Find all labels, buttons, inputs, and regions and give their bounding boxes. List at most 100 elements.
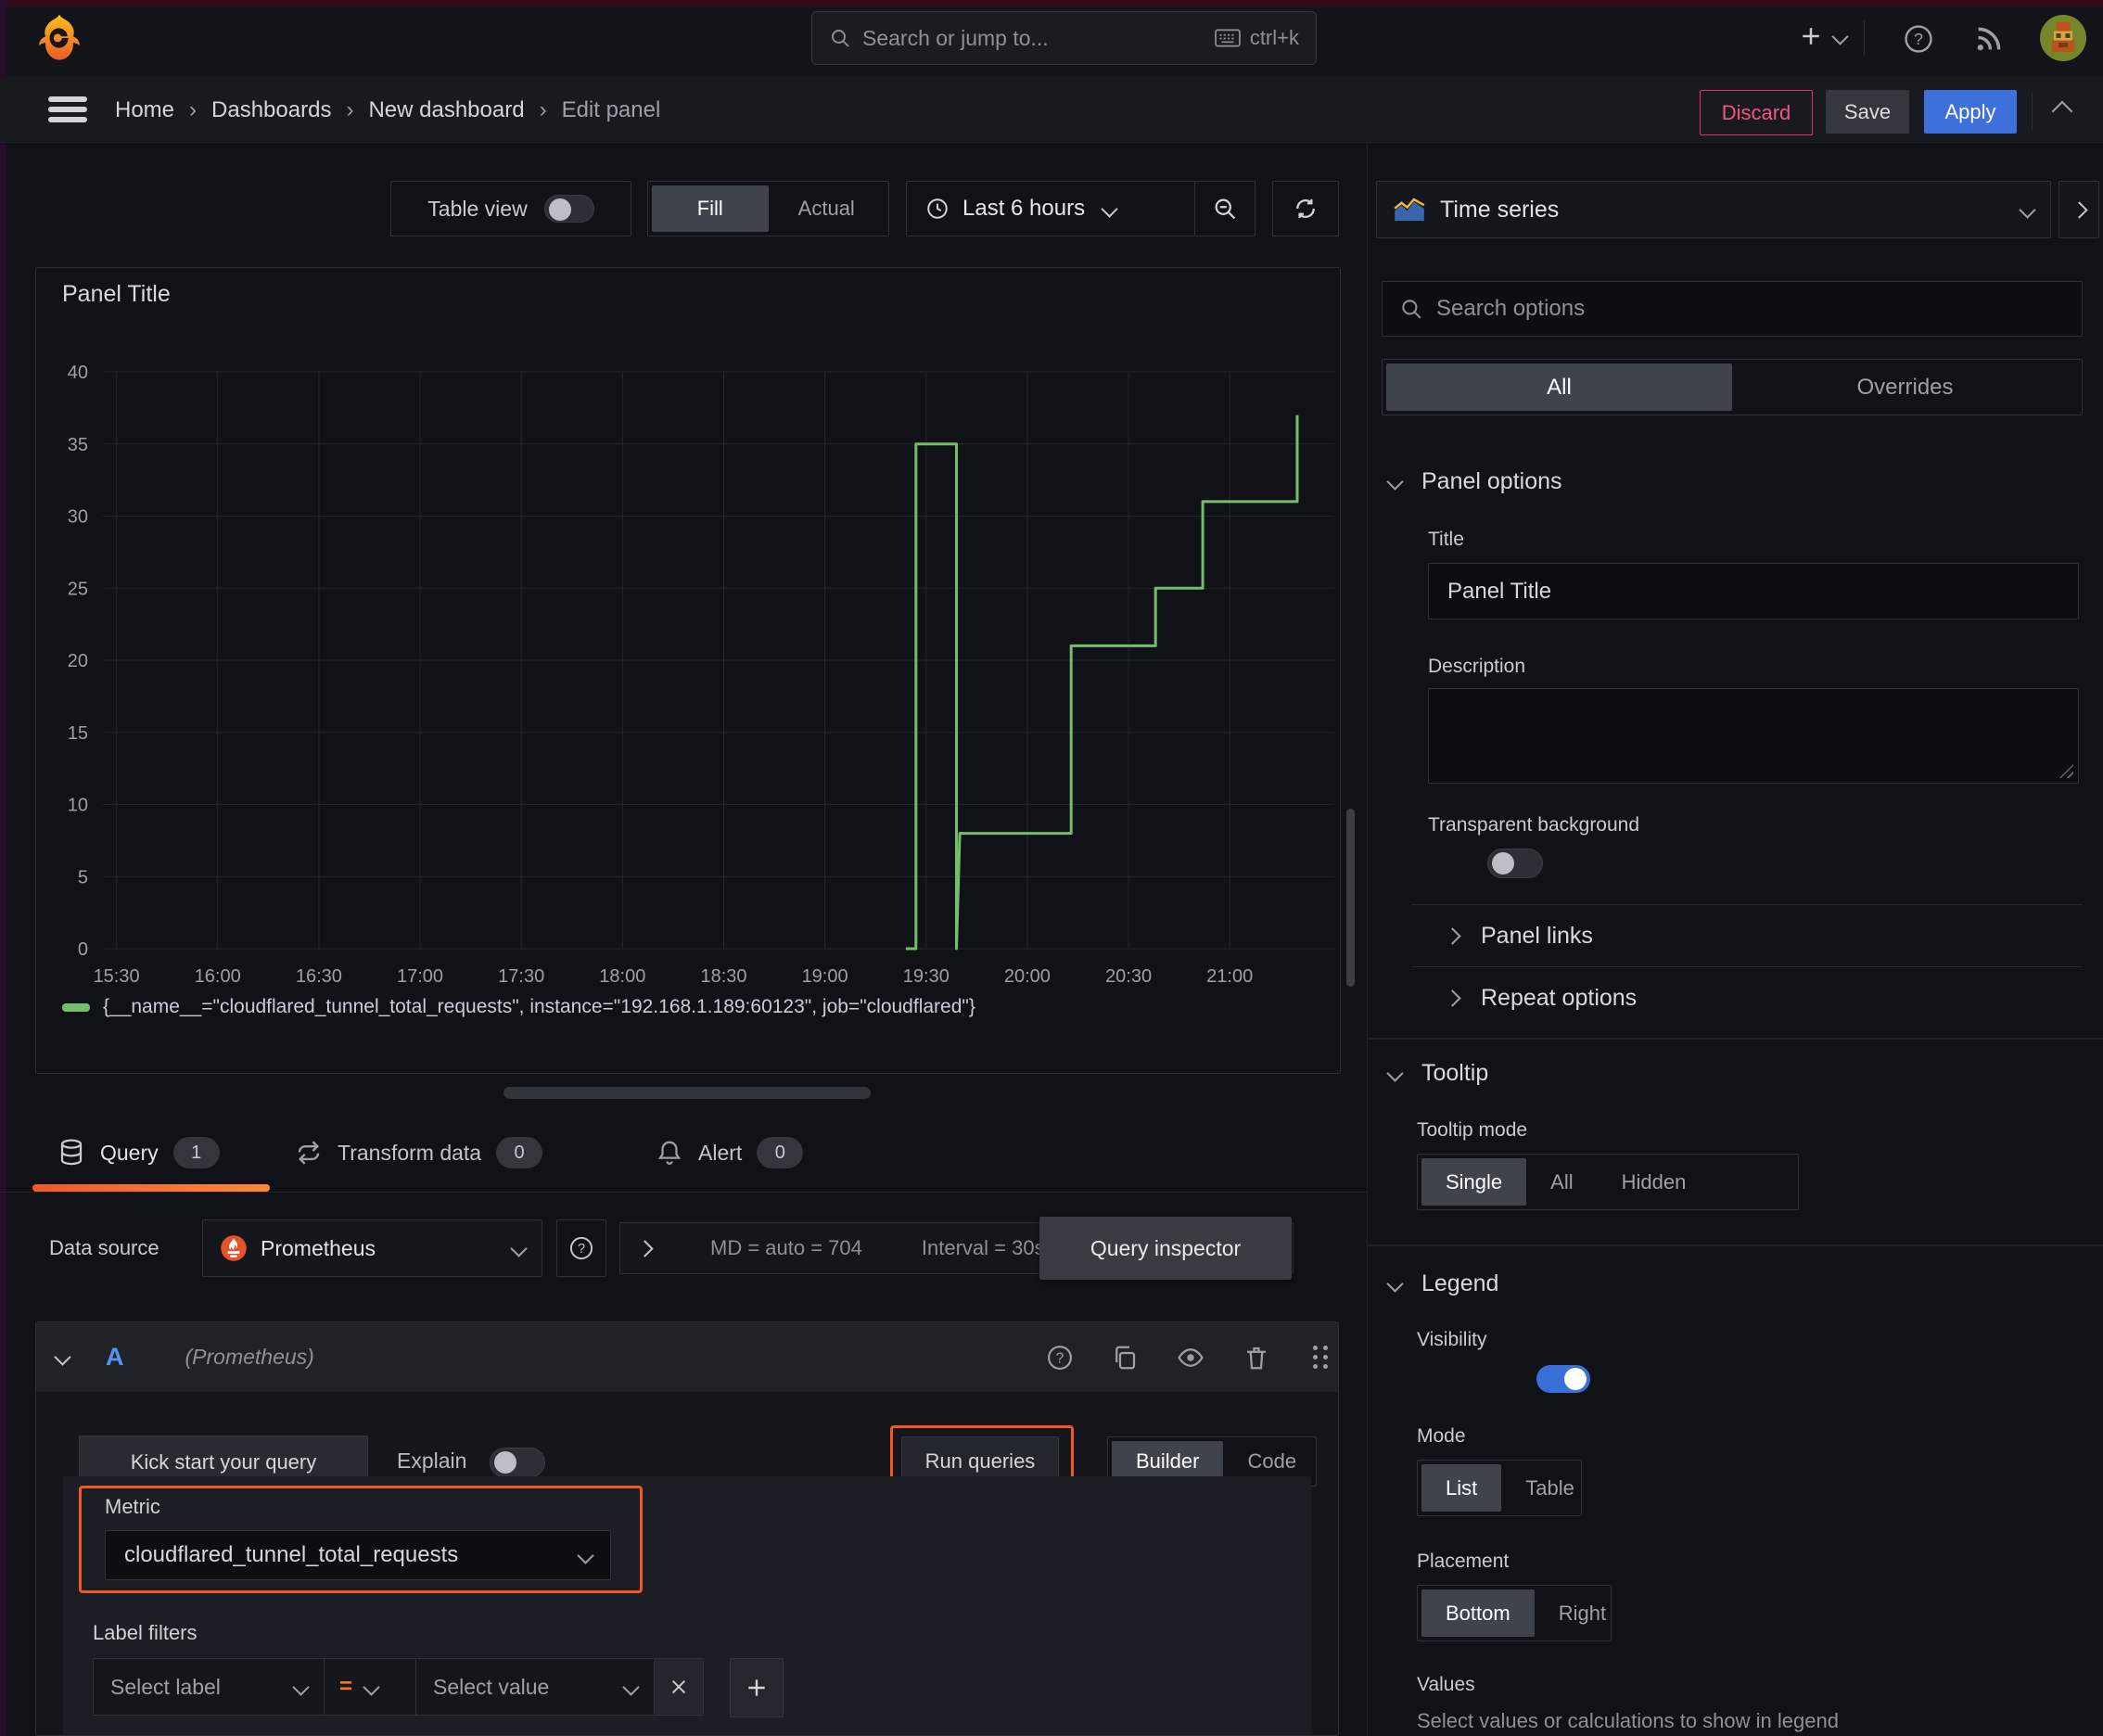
help-icon: ? — [1905, 25, 1932, 53]
new-menu-button[interactable] — [1797, 22, 1849, 50]
tooltip-mode-all[interactable]: All — [1526, 1158, 1597, 1206]
news-button[interactable] — [1973, 23, 2005, 55]
avatar[interactable] — [2040, 15, 2086, 61]
copy-icon — [1115, 1346, 1136, 1369]
panel-options-title: Panel options — [1421, 468, 1562, 494]
breadcrumb-new-dashboard[interactable]: New dashboard — [368, 97, 524, 123]
svg-text:0: 0 — [78, 939, 88, 960]
tab-alert[interactable]: Alert 0 — [656, 1137, 804, 1168]
legend-header[interactable]: Legend — [1386, 1270, 1498, 1297]
svg-text:17:00: 17:00 — [397, 966, 443, 987]
description-textarea[interactable] — [1428, 688, 2079, 784]
tab-alert-count: 0 — [757, 1137, 804, 1168]
legend-series-label[interactable]: {__name__="cloudflared_tunnel_total_requ… — [103, 996, 975, 1018]
select-value-dropdown[interactable]: Select value — [416, 1659, 654, 1715]
vertical-scrollbar[interactable] — [1346, 809, 1355, 987]
tab-transform-label: Transform data — [338, 1140, 482, 1165]
tooltip-header[interactable]: Tooltip — [1386, 1060, 1488, 1087]
chevron-down-icon — [1386, 1065, 1404, 1082]
transparent-bg-label: Transparent background — [1428, 814, 1640, 836]
breadcrumb-separator: › — [189, 97, 198, 122]
discard-button[interactable]: Discard — [1700, 90, 1813, 135]
delete-query-button[interactable] — [1243, 1344, 1270, 1372]
add-filter-button[interactable] — [730, 1658, 784, 1717]
query-row-header[interactable]: A (Prometheus) ? — [36, 1322, 1338, 1392]
search-icon — [1402, 300, 1421, 319]
repeat-options-title: Repeat options — [1481, 985, 1638, 1011]
visualization-name: Time series — [1440, 196, 1560, 223]
placement-bottom[interactable]: Bottom — [1421, 1589, 1535, 1637]
svg-text:20:30: 20:30 — [1105, 966, 1152, 987]
save-button[interactable]: Save — [1826, 90, 1909, 134]
chevron-right-icon — [1444, 927, 1461, 945]
query-inspector-button[interactable]: Query inspector — [1039, 1217, 1292, 1280]
operator-dropdown[interactable]: = — [325, 1659, 415, 1715]
actual-option[interactable]: Actual — [769, 185, 886, 232]
panel-title[interactable]: Panel Title — [62, 281, 171, 308]
help-button[interactable]: ? — [1903, 23, 1934, 55]
data-source-picker[interactable]: Prometheus — [202, 1219, 542, 1277]
toggle-options-pane-button[interactable] — [2058, 181, 2099, 238]
legend-mode-list[interactable]: List — [1421, 1464, 1502, 1512]
tab-all[interactable]: All — [1386, 364, 1732, 411]
svg-text:5: 5 — [78, 867, 88, 887]
tab-overrides[interactable]: Overrides — [1732, 364, 2078, 411]
panel-links-section[interactable]: Panel links — [1444, 923, 1593, 950]
description-field-label: Description — [1428, 656, 1526, 677]
time-range-button[interactable]: Last 6 hours — [907, 196, 1194, 222]
data-source-help-button[interactable]: ? — [556, 1219, 606, 1277]
window-left-strip — [0, 0, 6, 1736]
duplicate-query-button[interactable] — [1111, 1344, 1139, 1372]
title-field-label: Title — [1428, 529, 1464, 550]
placement-right[interactable]: Right — [1535, 1589, 1630, 1637]
query-ref-id[interactable]: A — [106, 1343, 124, 1372]
svg-text:30: 30 — [68, 507, 88, 528]
table-view-toggle[interactable] — [543, 195, 594, 223]
menu-toggle-button[interactable] — [48, 96, 87, 124]
legend-swatch[interactable] — [62, 1002, 90, 1012]
metric-value: cloudflared_tunnel_total_requests — [124, 1542, 459, 1567]
toggle-visibility-button[interactable] — [1176, 1344, 1205, 1372]
refresh-button[interactable] — [1272, 181, 1339, 236]
tooltip-mode-single[interactable]: Single — [1421, 1158, 1527, 1206]
time-range-label: Last 6 hours — [962, 196, 1086, 221]
panel-title-input[interactable]: Panel Title — [1428, 563, 2079, 619]
collapse-query-icon[interactable] — [54, 1348, 71, 1366]
panel-options-header[interactable]: Panel options — [1386, 468, 1562, 495]
zoom-out-button[interactable] — [1195, 182, 1255, 236]
tab-transform[interactable]: Transform data 0 — [295, 1137, 543, 1168]
panel-resize-handle[interactable] — [503, 1087, 871, 1099]
prometheus-icon — [221, 1235, 247, 1261]
table-view-label: Table view — [427, 196, 528, 221]
transparent-bg-toggle[interactable] — [1487, 849, 1544, 878]
grafana-logo-icon[interactable] — [33, 12, 85, 64]
search-shortcut: ctrl+k — [1249, 26, 1299, 49]
apply-button[interactable]: Apply — [1924, 90, 2017, 134]
fill-option[interactable]: Fill — [652, 185, 769, 232]
chart-legend: {__name__="cloudflared_tunnel_total_requ… — [62, 996, 975, 1018]
remove-filter-button[interactable] — [654, 1659, 703, 1715]
legend-mode-table[interactable]: Table — [1501, 1464, 1599, 1512]
time-series-chart[interactable]: 0 5 10 15 20 25 30 35 40 15:30 16:00 16:30 17:00 17:3… — [36, 314, 1340, 1019]
tab-transform-count: 0 — [496, 1137, 543, 1168]
visibility-toggle[interactable] — [1536, 1365, 1590, 1393]
explain-toggle[interactable] — [490, 1448, 545, 1477]
tooltip-mode-hidden[interactable]: Hidden — [1598, 1158, 1711, 1206]
options-panel-border — [1367, 144, 1368, 1736]
tab-query[interactable]: Query 1 — [57, 1137, 220, 1168]
breadcrumb-home[interactable]: Home — [115, 97, 174, 123]
visualization-picker[interactable]: Time series — [1376, 181, 2051, 238]
global-search[interactable]: Search or jump to... ctrl+k — [811, 11, 1317, 65]
timeseries-viz-icon — [1394, 198, 1425, 222]
metric-select[interactable]: cloudflared_tunnel_total_requests — [105, 1530, 611, 1580]
options-search[interactable]: Search options — [1382, 281, 2083, 337]
repeat-options-section[interactable]: Repeat options — [1444, 985, 1638, 1012]
breadcrumb-dashboards[interactable]: Dashboards — [211, 97, 331, 123]
query-help-button[interactable]: ? — [1046, 1344, 1074, 1372]
collapse-header-button[interactable] — [2051, 100, 2073, 123]
visibility-label: Visibility — [1417, 1329, 1487, 1350]
chevron-right-icon — [1444, 989, 1461, 1007]
select-label-dropdown[interactable]: Select label — [94, 1659, 324, 1715]
drag-handle-icon[interactable] — [1313, 1346, 1318, 1350]
resize-handle-icon[interactable] — [2059, 764, 2073, 778]
